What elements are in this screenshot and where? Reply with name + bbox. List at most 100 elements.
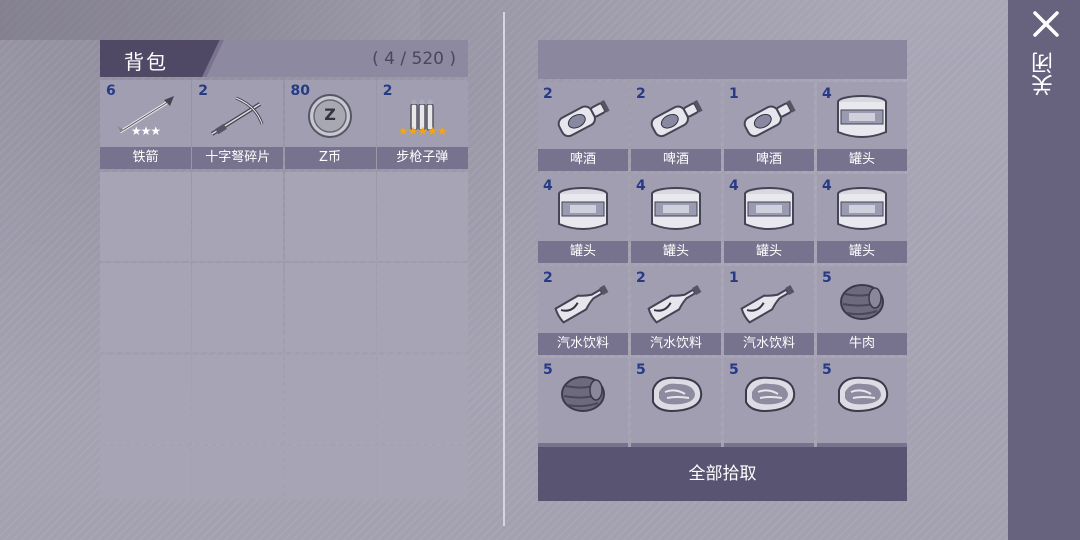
backpack-slot-empty[interactable]	[284, 263, 376, 352]
item-name: 罐头	[631, 241, 721, 263]
backpack-slot-empty[interactable]	[376, 171, 468, 261]
backpack-capacity: ( 4 / 520 )	[372, 49, 456, 69]
item-name: 十字弩碎片	[192, 147, 284, 169]
item-quantity: 1	[729, 86, 739, 102]
item-name: 罐头	[817, 149, 907, 171]
backpack-slot-empty[interactable]	[376, 354, 468, 444]
steak-icon	[831, 368, 893, 420]
backpack-slot-empty[interactable]	[192, 446, 284, 499]
loot-slot[interactable]: 2 汽水饮料	[538, 266, 628, 355]
rarity-stars: ★★★★★	[397, 124, 448, 138]
item-quantity: 2	[198, 83, 208, 99]
item-name: 汽水饮料	[724, 333, 814, 355]
backpack-slot[interactable]: 2 十字弩碎片	[192, 80, 284, 169]
item-name: 罐头	[724, 241, 814, 263]
crossbow-icon	[206, 92, 268, 140]
close-icon[interactable]	[1032, 10, 1060, 38]
beef-icon	[552, 368, 614, 420]
item-quantity: 1	[729, 270, 739, 286]
loot-slot[interactable]: 2 啤酒	[538, 82, 628, 171]
item-quantity: 5	[543, 362, 553, 378]
backpack-slot-empty[interactable]	[100, 446, 191, 499]
loot-slot[interactable]: 4 罐头	[724, 174, 814, 263]
beef-icon	[831, 276, 893, 328]
backpack-slot-empty[interactable]	[192, 263, 284, 352]
backpack-slot[interactable]: ★★★ 6 铁箭	[100, 80, 191, 169]
backpack-slot-empty[interactable]	[284, 446, 376, 499]
item-quantity: 4	[636, 178, 646, 194]
item-quantity: 5	[822, 270, 832, 286]
item-quantity: 2	[636, 86, 646, 102]
close-sidebar[interactable]: 关闭	[1008, 0, 1080, 540]
item-quantity: 4	[543, 178, 553, 194]
item-name: 啤酒	[538, 149, 628, 171]
loot-slot[interactable]: 5	[631, 358, 721, 447]
canned-food-icon	[831, 184, 893, 236]
canned-food-icon	[552, 184, 614, 236]
backpack-grid: ★★★ 6 铁箭 2 十字弩碎片 Z 80 Z币 ★★★★★ 2 步枪子弹	[100, 80, 468, 500]
loot-panel: 2 啤酒 2 啤酒 1 啤酒 4 罐头 4 罐头 4 罐头 4 罐头 4 罐头 …	[538, 40, 907, 502]
backpack-slot[interactable]: Z 80 Z币	[284, 80, 376, 169]
background-scenery	[0, 0, 420, 40]
item-quantity: 2	[543, 270, 553, 286]
canned-food-icon	[831, 92, 893, 144]
item-quantity: 2	[543, 86, 553, 102]
svg-text:Z: Z	[324, 105, 336, 124]
soda-bottle-icon	[645, 276, 707, 328]
rarity-stars: ★★★	[130, 124, 161, 138]
backpack-slot-empty[interactable]	[376, 446, 468, 499]
steak-icon	[738, 368, 800, 420]
item-name: 步枪子弹	[376, 147, 468, 169]
loot-slot[interactable]: 4 罐头	[631, 174, 721, 263]
item-quantity: 4	[729, 178, 739, 194]
item-quantity: 4	[822, 178, 832, 194]
backpack-header: 背包 ( 4 / 520 )	[100, 40, 468, 77]
loot-slot[interactable]: 1 啤酒	[724, 82, 814, 171]
loot-slot[interactable]: 5 牛肉	[817, 266, 907, 355]
item-name: 铁箭	[100, 147, 191, 169]
loot-slot[interactable]: 4 罐头	[538, 174, 628, 263]
item-quantity: 6	[106, 83, 116, 99]
item-name: 牛肉	[817, 333, 907, 355]
canned-food-icon	[645, 184, 707, 236]
item-name: 汽水饮料	[538, 333, 628, 355]
item-quantity: 5	[729, 362, 739, 378]
close-label[interactable]: 关闭	[1032, 52, 1060, 96]
loot-slot[interactable]: 1 汽水饮料	[724, 266, 814, 355]
item-name: Z币	[284, 147, 376, 169]
panel-divider	[503, 12, 505, 526]
loot-slot[interactable]: 5	[538, 358, 628, 447]
item-name: 罐头	[817, 241, 907, 263]
item-quantity: 2	[636, 270, 646, 286]
beer-bottle-icon	[738, 92, 800, 144]
backpack-slot-empty[interactable]	[100, 263, 191, 352]
loot-slot[interactable]: 5	[724, 358, 814, 447]
loot-slot[interactable]: 5	[817, 358, 907, 447]
loot-slot[interactable]: 2 汽水饮料	[631, 266, 721, 355]
item-quantity: 5	[636, 362, 646, 378]
beer-bottle-icon	[552, 92, 614, 144]
loot-slot[interactable]: 4 罐头	[817, 174, 907, 263]
soda-bottle-icon	[552, 276, 614, 328]
beer-bottle-icon	[645, 92, 707, 144]
backpack-title: 背包	[124, 50, 168, 74]
backpack-slot-empty[interactable]	[100, 354, 191, 444]
loot-slot[interactable]: 4 罐头	[817, 82, 907, 171]
backpack-slot-empty[interactable]	[192, 171, 284, 261]
canned-food-icon	[738, 184, 800, 236]
item-quantity: 5	[822, 362, 832, 378]
loot-grid: 2 啤酒 2 啤酒 1 啤酒 4 罐头 4 罐头 4 罐头 4 罐头 4 罐头 …	[538, 82, 907, 447]
backpack-slot-empty[interactable]	[192, 354, 284, 444]
pickup-all-button[interactable]: 全部拾取	[538, 447, 907, 501]
loot-slot[interactable]: 2 啤酒	[631, 82, 721, 171]
loot-header	[538, 40, 907, 79]
backpack-slot[interactable]: ★★★★★ 2 步枪子弹	[376, 80, 468, 169]
backpack-slot-empty[interactable]	[284, 354, 376, 444]
item-name: 啤酒	[631, 149, 721, 171]
backpack-slot-empty[interactable]	[284, 171, 376, 261]
item-name: 汽水饮料	[631, 333, 721, 355]
backpack-slot-empty[interactable]	[376, 263, 468, 352]
soda-bottle-icon	[738, 276, 800, 328]
backpack-slot-empty[interactable]	[100, 171, 191, 261]
item-quantity: 80	[290, 83, 310, 99]
